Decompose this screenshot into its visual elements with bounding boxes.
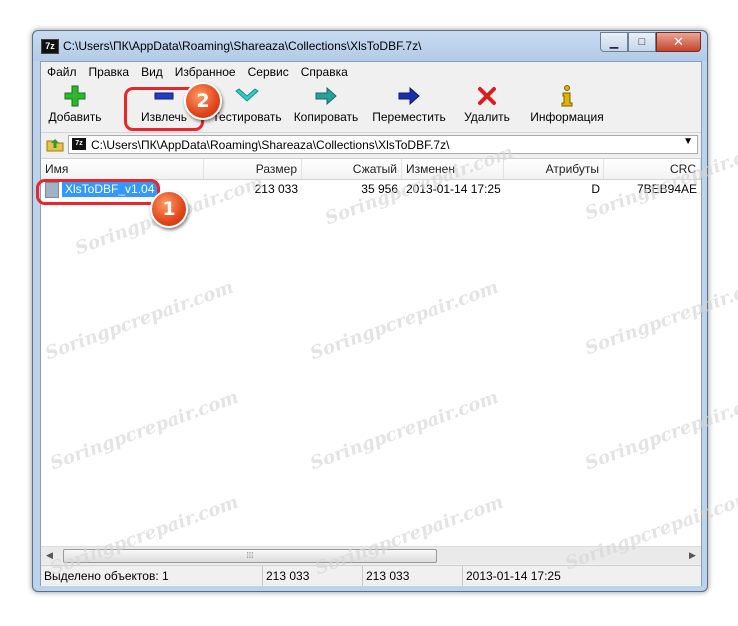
status-selected: Выделено объектов: 1 (41, 566, 263, 586)
menu-view[interactable]: Вид (135, 65, 169, 79)
menu-bar: Файл Правка Вид Избранное Сервис Справка (41, 62, 701, 82)
7zip-app-icon: 7z (41, 39, 59, 54)
test-button[interactable]: Тестировать (211, 82, 283, 132)
scroll-left-icon[interactable]: ◀ (41, 547, 58, 564)
client-area: Файл Правка Вид Избранное Сервис Справка… (40, 61, 702, 586)
address-path: C:\Users\ПК\AppData\Roaming\Shareaza\Col… (91, 138, 450, 152)
step-badge-2: 2 (184, 82, 222, 120)
col-size[interactable]: Размер (204, 159, 302, 179)
copy-label: Копировать (293, 110, 359, 124)
delete-label: Удалить (464, 110, 510, 124)
window-controls: ▁ □ ✕ (600, 32, 701, 52)
file-list: Имя Размер Сжатый Изменен Атрибуты CRC X… (41, 158, 701, 547)
scroll-thumb[interactable]: ⁞⁞⁞ (63, 549, 437, 563)
menu-file[interactable]: Файл (41, 65, 83, 79)
title-bar[interactable]: 7z C:\Users\ПК\AppData\Roaming\Shareaza\… (33, 31, 707, 61)
archive-icon: 7z (72, 138, 86, 150)
scroll-right-icon[interactable]: ▶ (684, 547, 701, 564)
delete-x-icon (461, 82, 513, 110)
window-title: C:\Users\ПК\AppData\Roaming\Shareaza\Col… (63, 39, 422, 53)
menu-edit[interactable]: Правка (83, 65, 136, 79)
col-name[interactable]: Имя (41, 159, 204, 179)
move-button[interactable]: Переместить (371, 82, 447, 132)
info-label: Информация (530, 110, 604, 124)
close-button[interactable]: ✕ (656, 32, 701, 52)
callout-file-highlight (36, 179, 160, 205)
menu-tools[interactable]: Сервис (242, 65, 295, 79)
address-field[interactable]: 7z C:\Users\ПК\AppData\Roaming\Shareaza\… (68, 135, 698, 154)
copy-button[interactable]: Копировать (291, 82, 361, 132)
add-label: Добавить (48, 110, 102, 124)
row-size: 213 033 (254, 182, 298, 196)
copy-arrow-icon (291, 82, 361, 110)
status-size: 213 033 (263, 566, 363, 586)
row-modified: 2013-01-14 17:25 (406, 182, 501, 196)
row-packed: 35 956 (361, 182, 398, 196)
col-packed[interactable]: Сжатый (302, 159, 402, 179)
test-label: Тестировать (212, 110, 282, 124)
status-bar: Выделено объектов: 1 213 033 213 033 201… (41, 565, 701, 586)
checkmark-icon (211, 82, 283, 110)
move-arrow-icon (371, 82, 447, 110)
address-bar: 7z C:\Users\ПК\AppData\Roaming\Shareaza\… (41, 133, 701, 157)
delete-button[interactable]: Удалить (461, 82, 513, 132)
status-modified: 2013-01-14 17:25 (466, 569, 561, 583)
move-label: Переместить (372, 110, 446, 124)
minimize-button[interactable]: ▁ (600, 32, 628, 52)
menu-favorites[interactable]: Избранное (169, 65, 242, 79)
plus-icon (47, 82, 103, 110)
menu-help[interactable]: Справка (295, 65, 354, 79)
chevron-down-icon[interactable]: ▼ (683, 136, 693, 147)
col-crc[interactable]: CRC (604, 159, 701, 179)
horizontal-scrollbar[interactable]: ◀ ⁞⁞⁞ ▶ (41, 546, 701, 564)
step-badge-1: 1 (150, 190, 188, 228)
row-crc: 7BEB94AE (636, 182, 697, 196)
folder-up-icon[interactable] (45, 136, 65, 154)
maximize-button[interactable]: □ (628, 32, 656, 52)
col-attributes[interactable]: Атрибуты (504, 159, 604, 179)
info-icon (529, 82, 605, 110)
status-packed: 213 033 (363, 566, 463, 586)
row-attributes: D (591, 182, 600, 196)
col-modified[interactable]: Изменен (402, 159, 504, 179)
list-header: Имя Размер Сжатый Изменен Атрибуты CRC (41, 159, 701, 180)
add-button[interactable]: Добавить (47, 82, 103, 132)
info-button[interactable]: Информация (529, 82, 605, 132)
